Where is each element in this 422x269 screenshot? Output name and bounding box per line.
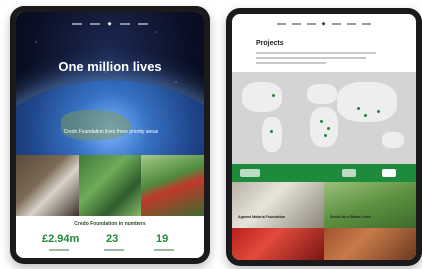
photo-river xyxy=(78,155,142,216)
project-marker[interactable] xyxy=(377,110,380,113)
numbers-section: Credo Foundation in numbers £2.94m 23 19 xyxy=(16,216,204,258)
stat-value: 19 xyxy=(156,233,169,245)
hero-subtitle: Credo Foundation lives three priority ar… xyxy=(63,129,159,135)
intro-text-line xyxy=(256,62,326,64)
nav-link[interactable] xyxy=(120,23,131,25)
nav-link[interactable] xyxy=(138,23,149,25)
nav-link[interactable] xyxy=(276,23,286,25)
continent-asia xyxy=(337,82,397,122)
numbers-title: Credo Foundation in numbers xyxy=(74,221,146,227)
world-map[interactable] xyxy=(232,72,416,164)
project-marker[interactable] xyxy=(270,130,273,133)
project-marker[interactable] xyxy=(364,114,367,117)
page-title: Projects xyxy=(256,40,284,47)
project-marker[interactable] xyxy=(272,94,275,97)
card-image-produce[interactable] xyxy=(324,228,416,260)
stat-label xyxy=(154,249,174,251)
nav-link[interactable] xyxy=(306,23,316,25)
left-tablet: ◆ One million lives Credo Foundation liv… xyxy=(10,6,210,264)
continent-australia xyxy=(382,132,404,148)
photo-farmer xyxy=(141,155,204,216)
top-nav: ◆ xyxy=(232,14,416,34)
nav-link[interactable] xyxy=(71,23,82,25)
earth-image xyxy=(16,80,204,155)
photo-people xyxy=(16,155,79,216)
continent-south-america xyxy=(262,117,282,152)
project-marker[interactable] xyxy=(327,127,330,130)
project-marker[interactable] xyxy=(324,134,327,137)
logo[interactable]: ◆ xyxy=(322,21,327,27)
search-button[interactable] xyxy=(382,169,396,177)
filter-option[interactable] xyxy=(342,169,356,177)
continent-europe xyxy=(307,84,337,104)
project-marker[interactable] xyxy=(357,107,360,110)
nav-link[interactable] xyxy=(347,23,357,25)
filter-bar xyxy=(232,164,416,182)
stat-label xyxy=(49,249,69,251)
project-cards: Against Malaria Foundation Seeds for a B… xyxy=(232,182,416,260)
right-tablet: ◆ Projects Against Malaria Foundation Se… xyxy=(226,8,422,266)
hero-section: ◆ One million lives Credo Foundation liv… xyxy=(16,12,204,155)
hero-nav: ◆ xyxy=(16,18,204,30)
stat-value: £2.94m xyxy=(42,233,80,245)
card-image-field[interactable] xyxy=(324,182,416,228)
nav-link[interactable] xyxy=(89,23,100,25)
card-image-people[interactable] xyxy=(232,228,324,260)
intro-text-line xyxy=(256,57,366,59)
card-title[interactable]: Against Malaria Foundation xyxy=(238,215,285,219)
stat-value: 23 xyxy=(106,233,119,245)
continent-africa xyxy=(310,107,338,147)
nav-link[interactable] xyxy=(291,23,301,25)
project-marker[interactable] xyxy=(320,120,323,123)
logo[interactable]: ◆ xyxy=(108,21,113,27)
continent-north-america xyxy=(242,82,282,112)
nav-link[interactable] xyxy=(362,23,372,25)
card-title[interactable]: Seeds for a Better Lives xyxy=(330,215,371,219)
photo-strip xyxy=(16,155,204,216)
nav-link[interactable] xyxy=(332,23,342,25)
hero-title: One million lives xyxy=(58,59,162,74)
right-screen: ◆ Projects Against Malaria Foundation Se… xyxy=(232,14,416,260)
card-image-mosquito[interactable] xyxy=(232,182,324,228)
left-screen: ◆ One million lives Credo Foundation liv… xyxy=(16,12,204,258)
stat-label xyxy=(104,249,124,251)
intro-text-line xyxy=(256,52,376,54)
filter-select[interactable] xyxy=(240,169,260,177)
